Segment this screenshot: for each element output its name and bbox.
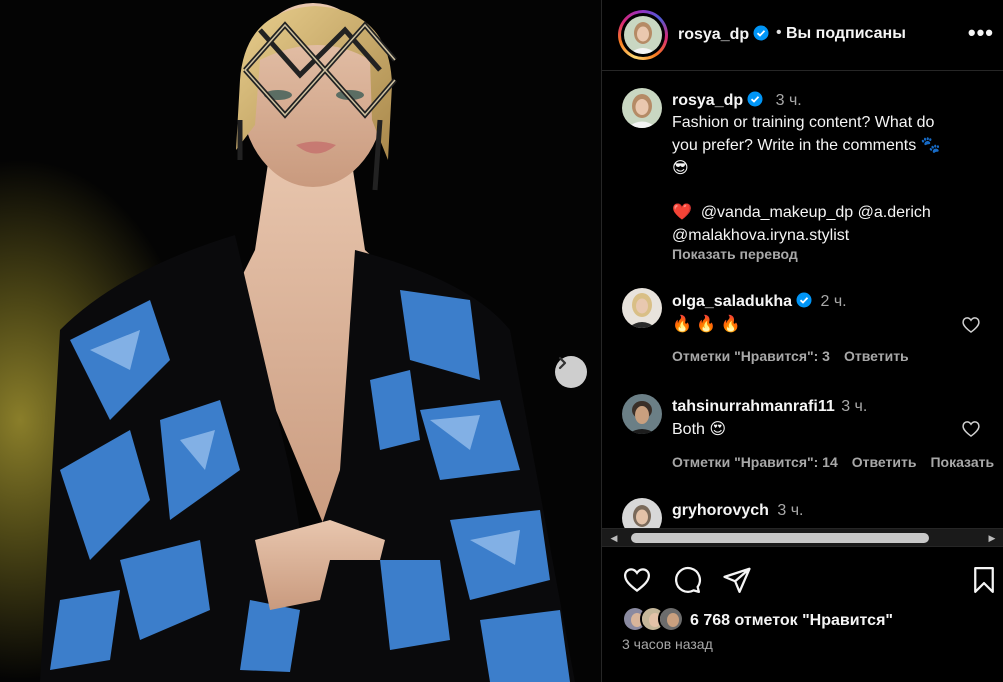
caption-username[interactable]: rosya_dp	[672, 92, 743, 109]
verified-badge-icon	[796, 292, 812, 308]
horizontal-scrollbar[interactable]: ◀ ▶	[602, 528, 1003, 546]
comment-username[interactable]: olga_saladukha	[672, 293, 792, 310]
comment-username[interactable]: tahsinurrahmanrafi11	[672, 398, 835, 415]
next-photo-button[interactable]	[555, 356, 587, 388]
comment-username[interactable]: gryhorovych	[672, 502, 769, 519]
separator-dot: •	[776, 24, 782, 41]
post-photo[interactable]	[0, 0, 601, 682]
post-timestamp[interactable]: 3 часов назад	[622, 636, 713, 652]
show-replies-button[interactable]: Показать	[930, 454, 994, 470]
verified-badge-icon	[747, 91, 763, 107]
scrollbar-thumb[interactable]	[631, 533, 929, 543]
comment-time: 3 ч.	[777, 502, 804, 519]
comments-list[interactable]: rosya_dp 3 ч. Fashion or training conten…	[602, 72, 1003, 528]
scroll-right-arrow-icon[interactable]: ▶	[986, 532, 998, 544]
liker-avatar	[658, 606, 684, 632]
comment-header: tahsinurrahmanrafi11 3 ч.	[672, 398, 867, 416]
scroll-left-arrow-icon[interactable]: ◀	[608, 532, 620, 544]
comment-time: 3 ч.	[841, 398, 868, 415]
post-header: rosya_dp • Вы подписаны •••	[602, 0, 1003, 71]
comment-meta: Отметки "Нравится": 14 Ответить Показать	[672, 454, 1003, 470]
comment-bubble-icon[interactable]	[672, 565, 702, 595]
save-bookmark-icon[interactable]	[969, 565, 999, 595]
comment-text: 🔥 🔥 🔥	[672, 316, 741, 333]
author-username[interactable]: rosya_dp	[678, 25, 769, 44]
comment-likes-count[interactable]: Отметки "Нравится": 3	[672, 348, 830, 364]
comment-avatar[interactable]	[622, 394, 662, 434]
comment-header: olga_saladukha 2 ч.	[672, 292, 847, 311]
chevron-right-icon	[558, 356, 567, 370]
share-paper-plane-icon[interactable]	[722, 565, 752, 595]
comment-avatar[interactable]	[622, 288, 662, 328]
comment-time: 2 ч.	[820, 293, 847, 310]
more-options-button[interactable]: •••	[968, 20, 994, 46]
comment-likes-count[interactable]: Отметки "Нравится": 14	[672, 454, 838, 470]
caption-header: rosya_dp 3 ч.	[672, 91, 802, 110]
caption-text: Fashion or training content? What do you…	[672, 111, 992, 247]
comment-like-heart-icon[interactable]	[961, 419, 981, 439]
comment-avatar[interactable]	[622, 498, 662, 528]
caption-time: 3 ч.	[775, 92, 802, 109]
likers-avatars[interactable]	[622, 606, 690, 634]
post-actions: 6 768 отметок "Нравится" 3 часов назад	[602, 546, 1003, 682]
likes-count[interactable]: 6 768 отметок "Нравится"	[690, 612, 893, 630]
reply-button[interactable]: Ответить	[852, 454, 917, 470]
heart-emoji: ❤️	[672, 204, 692, 221]
post-side-panel: rosya_dp • Вы подписаны ••• rosya_dp 3 ч…	[601, 0, 1003, 682]
follow-status[interactable]: Вы подписаны	[786, 25, 906, 43]
verified-badge-icon	[753, 25, 769, 41]
comment-header: gryhorovych 3 ч.	[672, 502, 804, 520]
caption-avatar[interactable]	[622, 88, 662, 128]
author-avatar[interactable]	[624, 16, 662, 54]
show-translation-link[interactable]: Показать перевод	[672, 246, 798, 262]
comment-text: Both 😍	[672, 421, 727, 438]
reply-button[interactable]: Ответить	[844, 348, 909, 364]
post-photo-illustration	[40, 3, 575, 682]
caption-mentions-2[interactable]: @malakhova.iryna.stylist	[672, 224, 992, 247]
comment-like-heart-icon[interactable]	[961, 315, 981, 335]
caption-mentions[interactable]: @vanda_makeup_dp @a.derich	[701, 204, 931, 221]
comment-meta: Отметки "Нравится": 3 Ответить	[672, 348, 923, 364]
like-heart-icon[interactable]	[622, 565, 652, 595]
story-ring[interactable]	[618, 10, 668, 60]
